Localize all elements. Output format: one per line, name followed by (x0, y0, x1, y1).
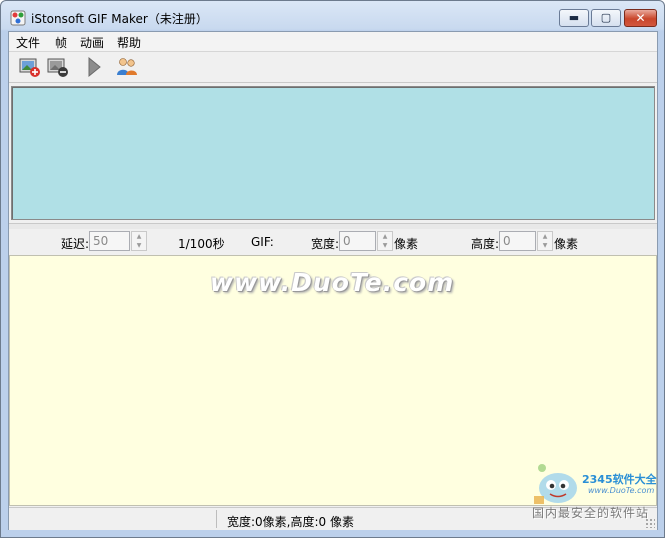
remove-image-button[interactable] (46, 55, 70, 79)
height-spin-arrows[interactable]: ▲ ▼ (537, 231, 553, 251)
width-label: 宽度: (311, 237, 340, 251)
users-button[interactable] (115, 55, 139, 79)
corner-brand: 2345软件大全 (582, 473, 657, 486)
height-label: 高度: (471, 237, 500, 251)
app-logo-icon (10, 10, 26, 26)
corner-slogan: 国内最安全的软件站 (532, 506, 650, 520)
width-spin-arrows[interactable]: ▲ ▼ (377, 231, 393, 251)
parameters-bar: 延迟: 50 ▲ ▼ 1/100秒 GIF: 宽度: 0 ▲ ▼ 像素 高度: (9, 229, 657, 255)
play-button[interactable] (82, 55, 106, 79)
delay-label: 延迟: (61, 237, 90, 251)
spin-down-icon[interactable]: ▼ (378, 241, 392, 250)
minimize-icon: ▬ (568, 11, 580, 24)
mascot-logo-icon (534, 464, 577, 504)
play-icon (88, 56, 101, 78)
users-icon (117, 58, 137, 75)
remove-image-icon (47, 58, 68, 77)
menu-file[interactable]: 文件 (16, 34, 40, 51)
maximize-icon: ▢ (600, 11, 612, 24)
add-image-icon (19, 58, 40, 77)
menu-frame[interactable]: 帧 (55, 34, 67, 51)
width-input[interactable]: 0 (339, 231, 376, 251)
height-unit-label: 像素 (554, 237, 579, 251)
toolbar (9, 52, 657, 83)
corner-url: www.DuoTe.com (588, 486, 655, 495)
delay-input[interactable]: 50 (89, 231, 130, 251)
gif-label: GIF: (251, 235, 274, 249)
spin-up-icon[interactable]: ▲ (538, 232, 552, 241)
maximize-button[interactable]: ▢ (591, 9, 621, 27)
spin-up-icon[interactable]: ▲ (378, 232, 392, 241)
close-icon: ✕ (635, 11, 646, 25)
spin-down-icon[interactable]: ▼ (538, 241, 552, 250)
minimize-button[interactable]: ▬ (559, 9, 589, 27)
menu-animation[interactable]: 动画 (80, 34, 104, 51)
height-input[interactable]: 0 (499, 231, 536, 251)
spin-down-icon[interactable]: ▼ (132, 241, 146, 250)
animation-preview-area (11, 86, 655, 220)
add-image-button[interactable] (18, 55, 42, 79)
delay-unit-label: 1/100秒 (178, 237, 225, 251)
title-bar[interactable]: iStonsoft GIF Maker（未注册） ▬ ▢ ✕ (1, 1, 664, 31)
status-cell-empty (9, 510, 217, 528)
menu-bar: 文件 帧 动画 帮助 (9, 32, 657, 52)
delay-spin-arrows[interactable]: ▲ ▼ (131, 231, 147, 251)
status-dimensions: 宽度:0像素,高度:0 像素 (227, 515, 354, 529)
width-spinner[interactable]: 0 ▲ ▼ (339, 231, 393, 251)
window-title: iStonsoft GIF Maker（未注册） (31, 12, 208, 26)
delay-spinner[interactable]: 50 ▲ ▼ (89, 231, 147, 251)
menu-help[interactable]: 帮助 (117, 34, 141, 51)
width-unit-label: 像素 (394, 237, 419, 251)
spin-up-icon[interactable]: ▲ (132, 232, 146, 241)
close-button[interactable]: ✕ (624, 9, 657, 27)
watermark-text: www.DuoTe.com (210, 268, 455, 297)
height-spinner[interactable]: 0 ▲ ▼ (499, 231, 553, 251)
